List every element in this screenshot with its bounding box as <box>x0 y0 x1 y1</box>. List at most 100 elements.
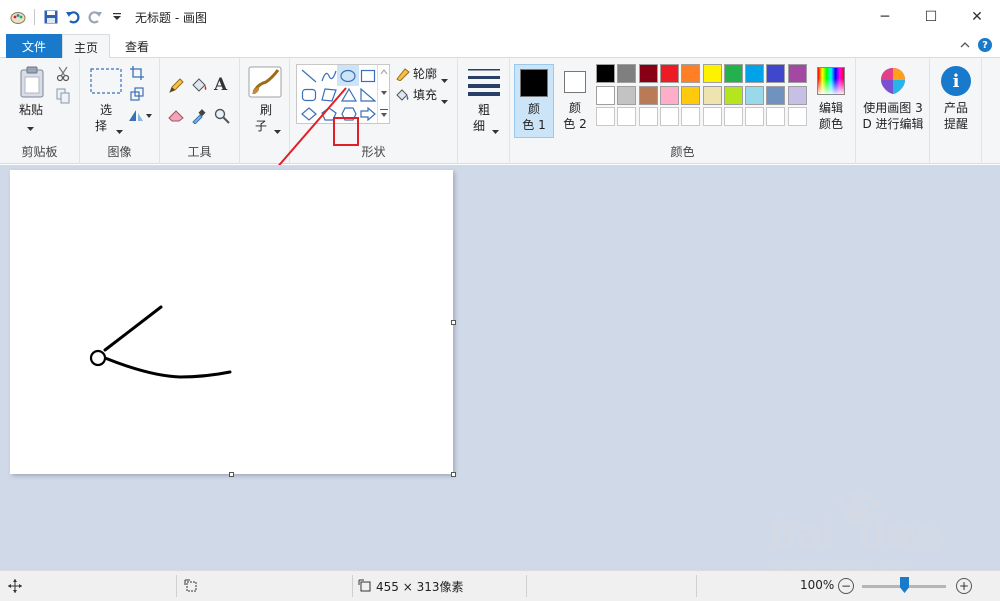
zoom-out-button[interactable]: − <box>838 578 854 594</box>
tools-group-label: 工具 <box>187 145 212 159</box>
palette-swatch[interactable] <box>766 64 786 83</box>
color-picker-icon[interactable] <box>191 108 207 127</box>
zoom-level-text: 100% <box>800 578 835 592</box>
size-button[interactable]: 粗 细 <box>464 64 504 138</box>
polygon-shape-icon[interactable] <box>319 85 339 104</box>
palette-swatch[interactable] <box>596 85 615 105</box>
select-dropdown-icon <box>116 124 123 138</box>
palette-custom-slot[interactable] <box>638 107 658 126</box>
palette-swatch[interactable] <box>787 85 807 105</box>
palette-custom-slot[interactable] <box>659 107 679 126</box>
minimize-button[interactable]: ─ <box>862 0 908 34</box>
palette-swatch[interactable] <box>659 85 679 105</box>
rounded-rectangle-shape-icon[interactable] <box>299 85 319 104</box>
palette-swatch[interactable] <box>638 64 658 83</box>
rectangle-shape-icon[interactable] <box>358 66 378 85</box>
shapes-scrollbar[interactable] <box>377 65 389 123</box>
resize-handle-right[interactable] <box>451 320 456 325</box>
help-icon[interactable]: ? <box>978 38 992 52</box>
text-tool-icon[interactable]: A <box>214 75 227 95</box>
select-button[interactable]: 选 择 <box>86 64 126 138</box>
tab-file[interactable]: 文件 <box>6 34 62 58</box>
edit-with-paint3d-button[interactable]: 使用画图 3 D 进行编辑 <box>858 64 928 138</box>
palette-swatch[interactable] <box>617 64 637 83</box>
outline-button[interactable]: 轮廓 <box>395 66 453 84</box>
tab-view[interactable]: 查看 <box>114 34 160 58</box>
palette-custom-slot[interactable] <box>702 107 722 126</box>
copy-icon[interactable] <box>56 88 70 107</box>
drawing-canvas[interactable] <box>10 170 456 477</box>
undo-icon[interactable] <box>65 9 81 25</box>
cut-icon[interactable] <box>56 66 70 85</box>
palette-swatch[interactable] <box>702 85 722 105</box>
brushes-button[interactable]: 刷 子 <box>246 64 286 138</box>
group-product-alert: i 产品 提醒 <box>930 58 982 164</box>
save-icon[interactable] <box>43 9 59 25</box>
paint-app-icon[interactable] <box>10 9 26 25</box>
palette-custom-slot[interactable] <box>596 107 615 126</box>
zoom-slider-thumb[interactable] <box>900 577 909 593</box>
palette-swatch[interactable] <box>745 64 765 83</box>
palette-custom-slot[interactable] <box>617 107 637 126</box>
collapse-ribbon-icon[interactable] <box>960 38 970 52</box>
fill-bucket-icon[interactable] <box>190 78 208 97</box>
eraser-icon[interactable] <box>168 108 186 125</box>
qat-separator <box>34 9 35 25</box>
palette-swatch[interactable] <box>702 64 722 83</box>
product-alert-label-2: 提醒 <box>943 117 968 131</box>
resize-handle-bottom[interactable] <box>229 472 234 477</box>
maximize-button[interactable]: ☐ <box>908 0 954 34</box>
status-separator <box>696 575 697 597</box>
group-tools: A 工具 <box>160 58 240 164</box>
palette-swatch[interactable] <box>787 64 807 83</box>
palette-custom-slot[interactable] <box>745 107 765 126</box>
magnifier-icon[interactable] <box>214 108 230 127</box>
palette-swatch[interactable] <box>659 64 679 83</box>
palette-swatch[interactable] <box>766 85 786 105</box>
curve-shape-icon[interactable] <box>319 66 339 85</box>
group-size: 粗 细 <box>458 58 510 164</box>
shapes-group-label: 形状 <box>361 145 386 159</box>
palette-swatch[interactable] <box>723 85 743 105</box>
crop-icon[interactable] <box>130 66 144 83</box>
group-clipboard: 粘贴 剪贴板 <box>0 58 80 164</box>
line-shape-icon[interactable] <box>299 66 319 85</box>
palette-swatch[interactable] <box>681 85 701 105</box>
palette-swatch[interactable] <box>617 85 637 105</box>
customize-qat-icon[interactable] <box>109 9 125 25</box>
color2-button[interactable]: 颜 色 2 <box>556 64 594 138</box>
diamond-shape-icon[interactable] <box>299 104 319 123</box>
color2-swatch <box>564 71 586 93</box>
fill-label: 填充 <box>413 88 438 102</box>
rotate-icon[interactable] <box>128 108 152 125</box>
color1-button[interactable]: 颜 色 1 <box>514 64 554 138</box>
palette-custom-slot[interactable] <box>787 107 807 126</box>
group-brushes: 刷 子 <box>240 58 290 164</box>
palette-custom-slot[interactable] <box>723 107 743 126</box>
triangle-shape-icon[interactable] <box>339 85 359 104</box>
palette-swatch[interactable] <box>596 64 615 83</box>
palette-swatch[interactable] <box>745 85 765 105</box>
oval-shape-icon[interactable] <box>337 65 359 86</box>
resize-handle-corner[interactable] <box>451 472 456 477</box>
tab-home[interactable]: 主页 <box>62 34 110 59</box>
palette-custom-slot[interactable] <box>681 107 701 126</box>
selection-size-icon <box>184 579 198 596</box>
palette-swatch[interactable] <box>638 85 658 105</box>
status-separator <box>352 575 353 597</box>
palette-swatch[interactable] <box>681 64 701 83</box>
redo-icon[interactable] <box>87 9 103 25</box>
edit-colors-button[interactable]: 编辑 颜色 <box>812 64 852 138</box>
close-button[interactable]: ✕ <box>954 0 1000 34</box>
fill-button[interactable]: 填充 <box>395 87 453 105</box>
paste-button[interactable]: 粘贴 <box>10 64 52 136</box>
right-arrow-shape-icon[interactable] <box>358 104 378 123</box>
pencil-icon[interactable] <box>168 78 184 97</box>
right-triangle-shape-icon[interactable] <box>358 85 378 104</box>
product-alert-button[interactable]: i 产品 提醒 <box>934 64 978 138</box>
canvas-workspace <box>0 165 1000 570</box>
palette-swatch[interactable] <box>723 64 743 83</box>
palette-custom-slot[interactable] <box>766 107 786 126</box>
resize-icon[interactable] <box>130 87 144 104</box>
zoom-in-button[interactable]: + <box>956 578 972 594</box>
